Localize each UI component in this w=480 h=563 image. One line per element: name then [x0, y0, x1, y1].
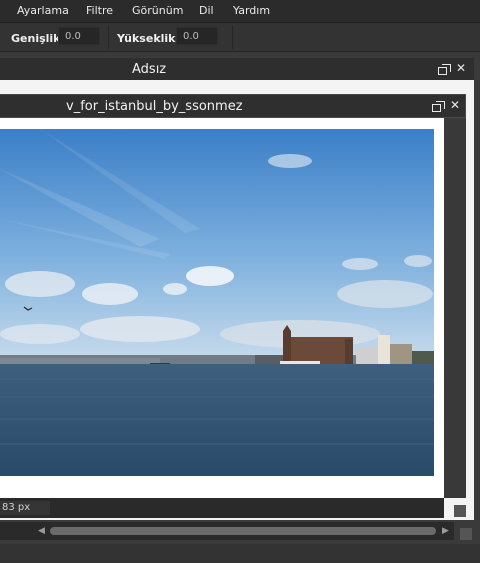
close-icon[interactable]: ✕	[456, 61, 466, 75]
menu-bar: Ayarlama Filtre Görünüm Dil Yardım	[0, 0, 480, 23]
istanbul-photo	[0, 129, 434, 476]
menu-item-ayarlama[interactable]: Ayarlama	[17, 4, 69, 17]
restore-icon[interactable]	[438, 64, 451, 75]
height-field[interactable]: 0.0	[176, 27, 218, 45]
options-divider	[232, 25, 233, 49]
menu-item-gorunum[interactable]: Görünüm	[132, 4, 183, 17]
options-bar: Genişlik: 0.0 Yükseklik: 0.0	[0, 23, 480, 52]
image-size-readout: 83 px	[0, 501, 50, 515]
inner-window-titlebar[interactable]: v_for_istanbul_by_ssonmez ✕	[0, 94, 466, 118]
menu-item-filtre[interactable]: Filtre	[86, 4, 113, 17]
photo-image	[0, 129, 434, 476]
width-field[interactable]: 0.0	[58, 27, 100, 45]
height-label: Yükseklik:	[117, 32, 180, 45]
restore-icon[interactable]	[432, 101, 445, 112]
scroll-left-icon[interactable]: ◀	[38, 526, 45, 536]
vertical-scrollbar[interactable]	[444, 118, 466, 498]
menu-item-dil[interactable]: Dil	[199, 4, 214, 17]
bottom-panel	[0, 544, 480, 563]
horizontal-scrollbar[interactable]: ◀ ▶	[0, 522, 454, 540]
outer-window-title: Adsız	[132, 62, 167, 77]
horizontal-scroll-thumb[interactable]	[50, 527, 436, 535]
close-icon[interactable]: ✕	[450, 98, 460, 112]
options-divider	[108, 25, 109, 49]
menu-item-yardim[interactable]: Yardım	[233, 4, 270, 17]
status-bar: 83 px	[0, 498, 444, 518]
width-label: Genişlik:	[11, 32, 65, 45]
resize-handle-icon[interactable]	[454, 505, 466, 517]
resize-handle-icon[interactable]	[460, 528, 472, 540]
inner-window-title: v_for_istanbul_by_ssonmez	[66, 99, 243, 114]
outer-window-titlebar[interactable]: Adsız ✕	[0, 58, 474, 80]
scroll-right-icon[interactable]: ▶	[442, 526, 449, 536]
